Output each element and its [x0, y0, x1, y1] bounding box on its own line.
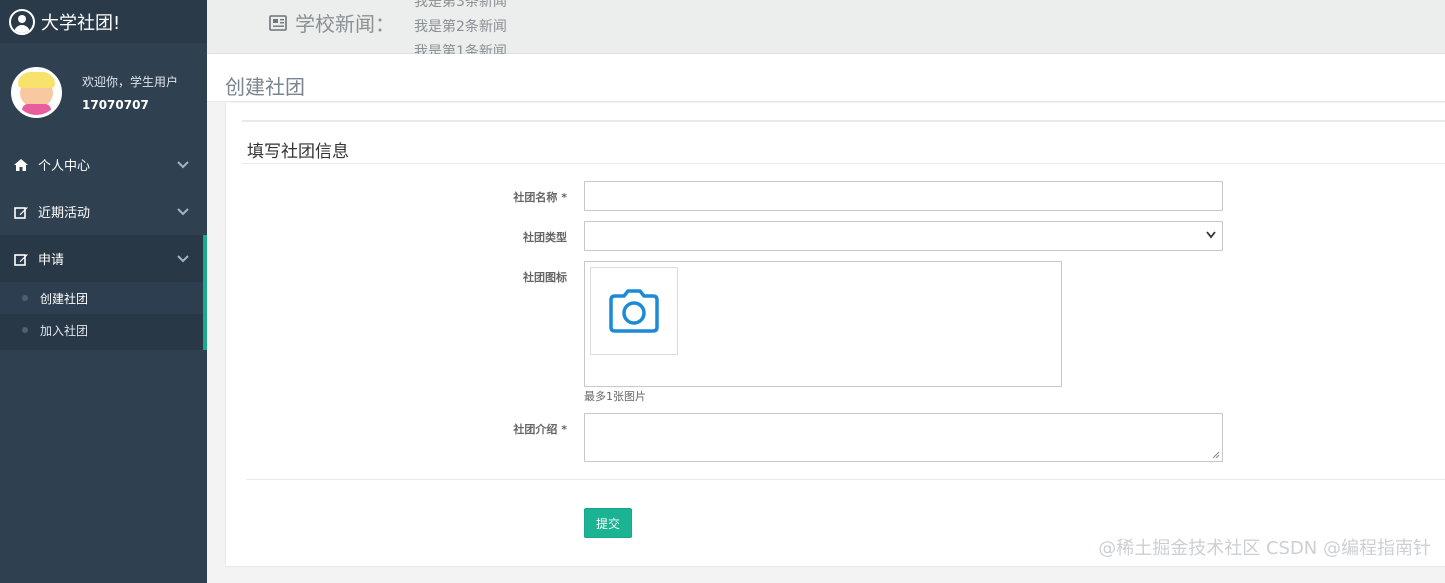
brand[interactable]: 大学社团!	[0, 0, 207, 43]
camera-icon	[609, 289, 659, 333]
chevron-down-icon	[1206, 231, 1216, 239]
nav-recent-activities-label: 近期活动	[38, 206, 91, 221]
news-ticker: 我是第3条新闻 我是第2条新闻 我是第1条新闻	[414, 0, 507, 54]
chevron-down-icon	[177, 254, 189, 262]
nav-apply[interactable]: 申请	[0, 235, 207, 282]
card-title: 填写社团信息	[247, 142, 349, 162]
create-club-card: 填写社团信息 社团名称 * 社团类型 社团图标 最多1张图片 社团介绍 * 提交…	[225, 103, 1445, 567]
school-news-label: 学校新闻：	[295, 12, 395, 36]
watermark: @稀土掘金技术社区 CSDN @编程指南针	[1098, 538, 1431, 559]
top-news-bar: 学校新闻： 我是第3条新闻 我是第2条新闻 我是第1条新闻	[207, 0, 1445, 54]
brand-title: 大学社团!	[41, 12, 121, 34]
nav-personal-center[interactable]: 个人中心	[0, 141, 207, 188]
page-title: 创建社团	[225, 75, 305, 99]
news-item[interactable]: 我是第2条新闻	[414, 15, 507, 40]
edit-icon	[14, 252, 30, 266]
submenu-create-club[interactable]: 创建社团	[0, 282, 203, 314]
chevron-down-icon	[177, 160, 189, 168]
newspaper-icon	[269, 14, 287, 31]
page-heading: 创建社团	[207, 54, 1445, 102]
club-icon-upload-area[interactable]	[584, 261, 1062, 387]
user-id: 17070707	[82, 97, 149, 112]
club-icon-label: 社团图标	[523, 271, 567, 284]
school-news-title: 学校新闻：	[269, 8, 395, 37]
card-header: 填写社团信息	[242, 120, 1445, 164]
home-icon	[14, 158, 30, 171]
chevron-down-icon	[177, 207, 189, 215]
edit-icon	[14, 205, 30, 219]
nav-personal-center-label: 个人中心	[38, 159, 91, 174]
news-item[interactable]: 我是第1条新闻	[414, 40, 507, 54]
nav-apply-label: 申请	[38, 253, 65, 268]
resize-grip-icon[interactable]	[1212, 451, 1220, 459]
user-circle-icon	[9, 8, 35, 35]
club-intro-label: 社团介绍 *	[513, 423, 567, 436]
submenu-join-club[interactable]: 加入社团	[0, 314, 203, 346]
club-name-label: 社团名称 *	[513, 191, 567, 204]
app-root: 大学社团! 欢迎你，学生用户 17070707 个人中心 近期活动 申请 创建社…	[0, 0, 1445, 583]
club-type-select[interactable]	[584, 221, 1223, 251]
apply-submenu: 创建社团 加入社团	[0, 282, 207, 350]
upload-hint: 最多1张图片	[584, 390, 646, 403]
submit-button[interactable]: 提交	[584, 508, 632, 538]
nav-recent-activities[interactable]: 近期活动	[0, 188, 207, 235]
form-divider	[246, 479, 1445, 480]
club-type-label: 社团类型	[523, 231, 567, 244]
news-item[interactable]: 我是第3条新闻	[414, 0, 507, 15]
club-name-input[interactable]	[584, 181, 1223, 211]
welcome-text: 欢迎你，学生用户	[82, 74, 179, 89]
user-profile: 欢迎你，学生用户 17070707	[0, 43, 207, 141]
avatar[interactable]	[11, 66, 62, 118]
sidebar: 大学社团! 欢迎你，学生用户 17070707 个人中心 近期活动 申请 创建社…	[0, 0, 207, 583]
club-intro-textarea[interactable]	[584, 413, 1223, 462]
upload-thumb[interactable]	[590, 267, 678, 355]
